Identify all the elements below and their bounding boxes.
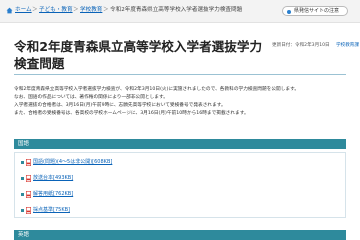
updated-date: 更新日付：令和2年3月10日 [272,43,330,48]
section-heading-japanese: 国語 [14,139,346,149]
file-list-japanese: 国語(問題)(4～5は非公開)[608KB] 放送台本[493KB] 解答用紙[… [14,152,346,218]
pdf-icon [26,175,31,182]
home-icon[interactable] [6,7,13,14]
intro-line: なお、国語の作品については、著作権の関係により一部非公開とします。 [14,95,168,100]
pdf-icon [26,207,31,214]
section-heading-english: 英語 [14,230,346,240]
intro-line: 令和2年度青森県立高等学校入学者選抜学力検査が、令和2年3月10日(火)に実施さ… [14,87,300,92]
file-link[interactable]: 採点基準[75KB] [33,207,70,214]
file-link[interactable]: 放送台本[493KB] [33,175,73,182]
bullet-icon [21,193,24,196]
intro-text: 令和2年度青森県立高等学校入学者選抜学力検査が、令和2年3月10日(火)に実施さ… [14,86,348,118]
breadcrumb-current: 令和2年度青森県立高等学校入学者選抜学力検査問題 [110,7,243,13]
title-divider [14,74,346,75]
department-link[interactable]: 学校教育課 [336,42,359,49]
file-link[interactable]: 解答用紙[762KB] [33,191,73,198]
bullet-icon [21,177,24,180]
external-site-notice-button[interactable]: 県発信サイトの注意 [282,6,348,16]
bullet-icon [21,209,24,212]
bullet-icon [21,161,24,164]
page-header: 令和2年度青森県立高等学校入学者選抜学力検査問題 更新日付：令和2年3月10日 … [14,38,359,72]
info-dot-icon [287,9,291,14]
pdf-icon [26,159,31,166]
breadcrumb-separator: ＞ [73,7,79,13]
section-heading-label: 国語 [18,140,30,147]
breadcrumb-school-link[interactable]: 学校教育 [80,6,102,14]
intro-line: 入学者選抜の合格者は、3月16日(月)午前9時に、志願先高等学校において受検番号… [14,103,226,108]
breadcrumb-education-link[interactable]: 子ども・教育 [39,6,73,14]
page-title: 令和2年度青森県立高等学校入学者選抜学力検査問題 [14,39,263,71]
external-site-notice-label: 県発信サイトの注意 [294,8,340,14]
section-heading-label: 英語 [18,231,30,238]
breadcrumb: ホーム ＞ 子ども・教育 ＞ 学校教育 ＞ 令和2年度青森県立高等学校入学者選抜… [0,0,360,23]
pdf-icon [26,191,31,198]
breadcrumb-separator: ＞ [103,7,109,13]
intro-line: また、合格者の受検番号は、各高校の学校ホームページに、3月16日(月)午前10時… [14,111,249,116]
breadcrumb-home-link[interactable]: ホーム [15,6,32,14]
file-link[interactable]: 国語(問題)(4～5は非公開)[608KB] [33,159,112,166]
breadcrumb-separator: ＞ [32,7,38,13]
